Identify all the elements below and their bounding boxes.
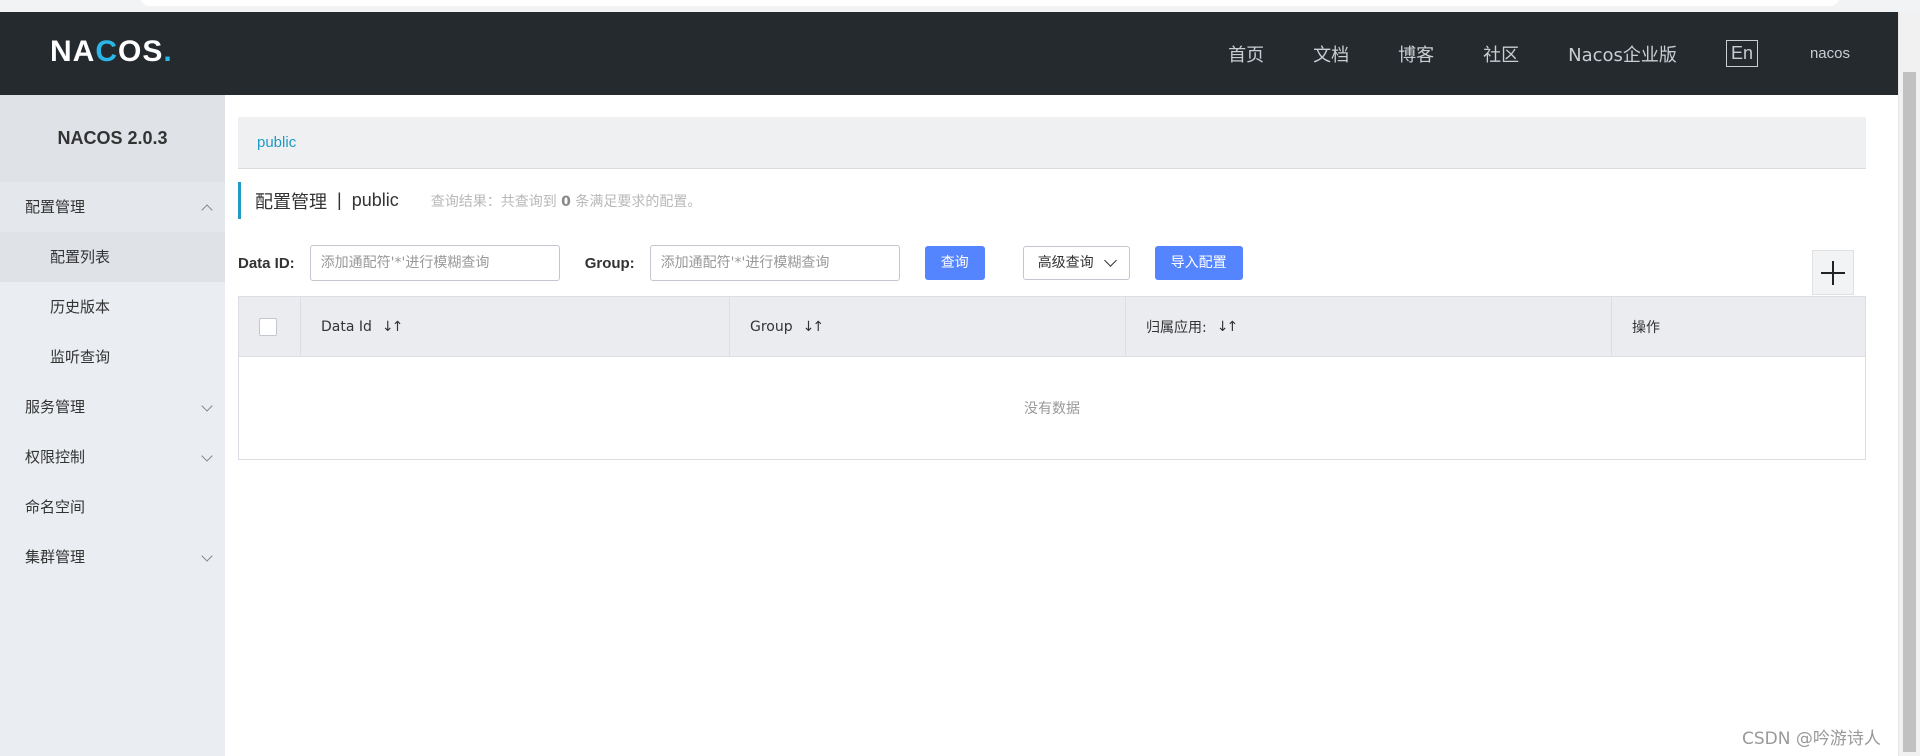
chevron-down-icon — [201, 550, 213, 562]
advanced-query-button[interactable]: 高级查询 — [1022, 246, 1130, 280]
sidebar-item-history[interactable]: 历史版本 — [0, 282, 225, 332]
advanced-query-label: 高级查询 — [1037, 255, 1094, 271]
column-label: Data Id — [321, 319, 372, 335]
main-content: public 配置管理 | public 查询结果：共查询到 0 条满足要求的配… — [225, 95, 1898, 756]
sidebar-item-label: 监听查询 — [50, 348, 111, 366]
sidebar-item-namespace[interactable]: 命名空间 — [0, 482, 225, 532]
column-label: 归属应用: — [1146, 320, 1207, 336]
dataid-label: Data ID: — [238, 254, 295, 272]
query-button[interactable]: 查询 — [924, 246, 985, 280]
group-label: Group: — [584, 254, 635, 272]
config-table: Data Id ↓↑ Group ↓↑ 归属应用: ↓↑ 操作 没有数据 — [238, 296, 1866, 460]
sort-icon[interactable]: ↓↑ — [1217, 319, 1239, 335]
query-result-summary: 查询结果：共查询到 0 条满足要求的配置。 — [431, 191, 702, 211]
logo-dot: . — [163, 35, 173, 68]
logo-text-2: C — [95, 35, 119, 68]
page-title-namespace: public — [351, 190, 399, 210]
namespace-tab-public[interactable]: public — [257, 134, 296, 151]
column-label: Group — [750, 319, 793, 335]
sort-icon[interactable]: ↓↑ — [803, 319, 825, 335]
nav-home[interactable]: 首页 — [1228, 41, 1264, 67]
sidebar-item-cluster-management[interactable]: 集群管理 — [0, 532, 225, 582]
column-header-app[interactable]: 归属应用: ↓↑ — [1126, 297, 1612, 357]
sidebar-item-label: 配置管理 — [25, 198, 86, 216]
column-label: 操作 — [1632, 320, 1660, 336]
logo-text-3: OS — [118, 35, 164, 68]
chevron-down-icon — [1103, 254, 1117, 267]
sidebar-item-label: 集群管理 — [25, 548, 86, 566]
sidebar-item-config-list[interactable]: 配置列表 — [0, 232, 225, 282]
page-title-text: 配置管理 — [255, 191, 327, 213]
sidebar-item-label: 配置列表 — [50, 248, 111, 266]
sidebar-item-service-management[interactable]: 服务管理 — [0, 382, 225, 432]
sidebar-brand: NACOS 2.0.3 — [0, 95, 225, 182]
sidebar-item-label: 历史版本 — [50, 298, 111, 316]
nav-blog[interactable]: 博客 — [1398, 41, 1434, 67]
logo-text-1: NA — [50, 35, 96, 68]
sort-icon[interactable]: ↓↑ — [382, 319, 404, 335]
chevron-down-icon — [201, 450, 213, 462]
scrollbar-thumb[interactable] — [1903, 72, 1916, 752]
address-bar-edge — [140, 0, 1840, 6]
add-config-button[interactable] — [1812, 250, 1854, 295]
group-search-input[interactable]: 添加通配符'*'进行模糊查询 — [649, 245, 900, 281]
language-toggle-button[interactable]: En — [1725, 40, 1758, 67]
namespace-bar: public — [238, 117, 1866, 169]
top-nav: 首页 文档 博客 社区 Nacos企业版 En nacos — [1228, 12, 1898, 95]
result-count: 0 — [561, 193, 571, 210]
page-title-separator: | — [337, 190, 342, 210]
page-title: 配置管理 | public 查询结果：共查询到 0 条满足要求的配置。 — [238, 182, 701, 219]
top-header: NA C OS. 首页 文档 博客 社区 Nacos企业版 En nacos — [0, 12, 1898, 95]
column-header-actions: 操作 — [1612, 297, 1865, 357]
search-bar: Data ID: 添加通配符'*'进行模糊查询 Group: 添加通配符'*'进… — [238, 245, 1243, 281]
browser-top-strip — [0, 0, 1920, 12]
import-config-button[interactable]: 导入配置 — [1154, 246, 1243, 280]
sidebar: NACOS 2.0.3 配置管理 配置列表 历史版本 监听查询 服务管理 权限控… — [0, 95, 225, 756]
plus-icon-vertical — [1832, 260, 1834, 285]
page-scrollbar[interactable] — [1898, 12, 1920, 756]
select-all-checkbox[interactable] — [259, 318, 277, 336]
chevron-down-icon — [201, 400, 213, 412]
nacos-logo[interactable]: NA C OS. — [50, 35, 173, 68]
user-menu[interactable]: nacos — [1810, 45, 1850, 62]
column-header-data-id[interactable]: Data Id ↓↑ — [301, 297, 730, 357]
sidebar-item-config-management[interactable]: 配置管理 — [0, 182, 225, 232]
chevron-up-icon — [201, 204, 213, 216]
table-header: Data Id ↓↑ Group ↓↑ 归属应用: ↓↑ 操作 — [239, 297, 1865, 357]
nav-community[interactable]: 社区 — [1483, 41, 1519, 67]
table-empty-state: 没有数据 — [1024, 401, 1080, 417]
dataid-search-input[interactable]: 添加通配符'*'进行模糊查询 — [309, 245, 560, 281]
sidebar-item-label: 命名空间 — [25, 498, 86, 516]
column-header-group[interactable]: Group ↓↑ — [730, 297, 1126, 357]
result-suffix: 条满足要求的配置。 — [575, 193, 702, 210]
sidebar-item-label: 服务管理 — [25, 398, 86, 416]
sidebar-item-listener-query[interactable]: 监听查询 — [0, 332, 225, 382]
sidebar-item-access-control[interactable]: 权限控制 — [0, 432, 225, 482]
select-all-cell — [239, 297, 301, 357]
sidebar-item-label: 权限控制 — [25, 448, 86, 466]
nav-docs[interactable]: 文档 — [1313, 41, 1349, 67]
result-prefix: 查询结果：共查询到 — [430, 193, 557, 210]
watermark: CSDN @吟游诗人 — [1742, 729, 1881, 749]
nav-enterprise[interactable]: Nacos企业版 — [1568, 41, 1677, 67]
